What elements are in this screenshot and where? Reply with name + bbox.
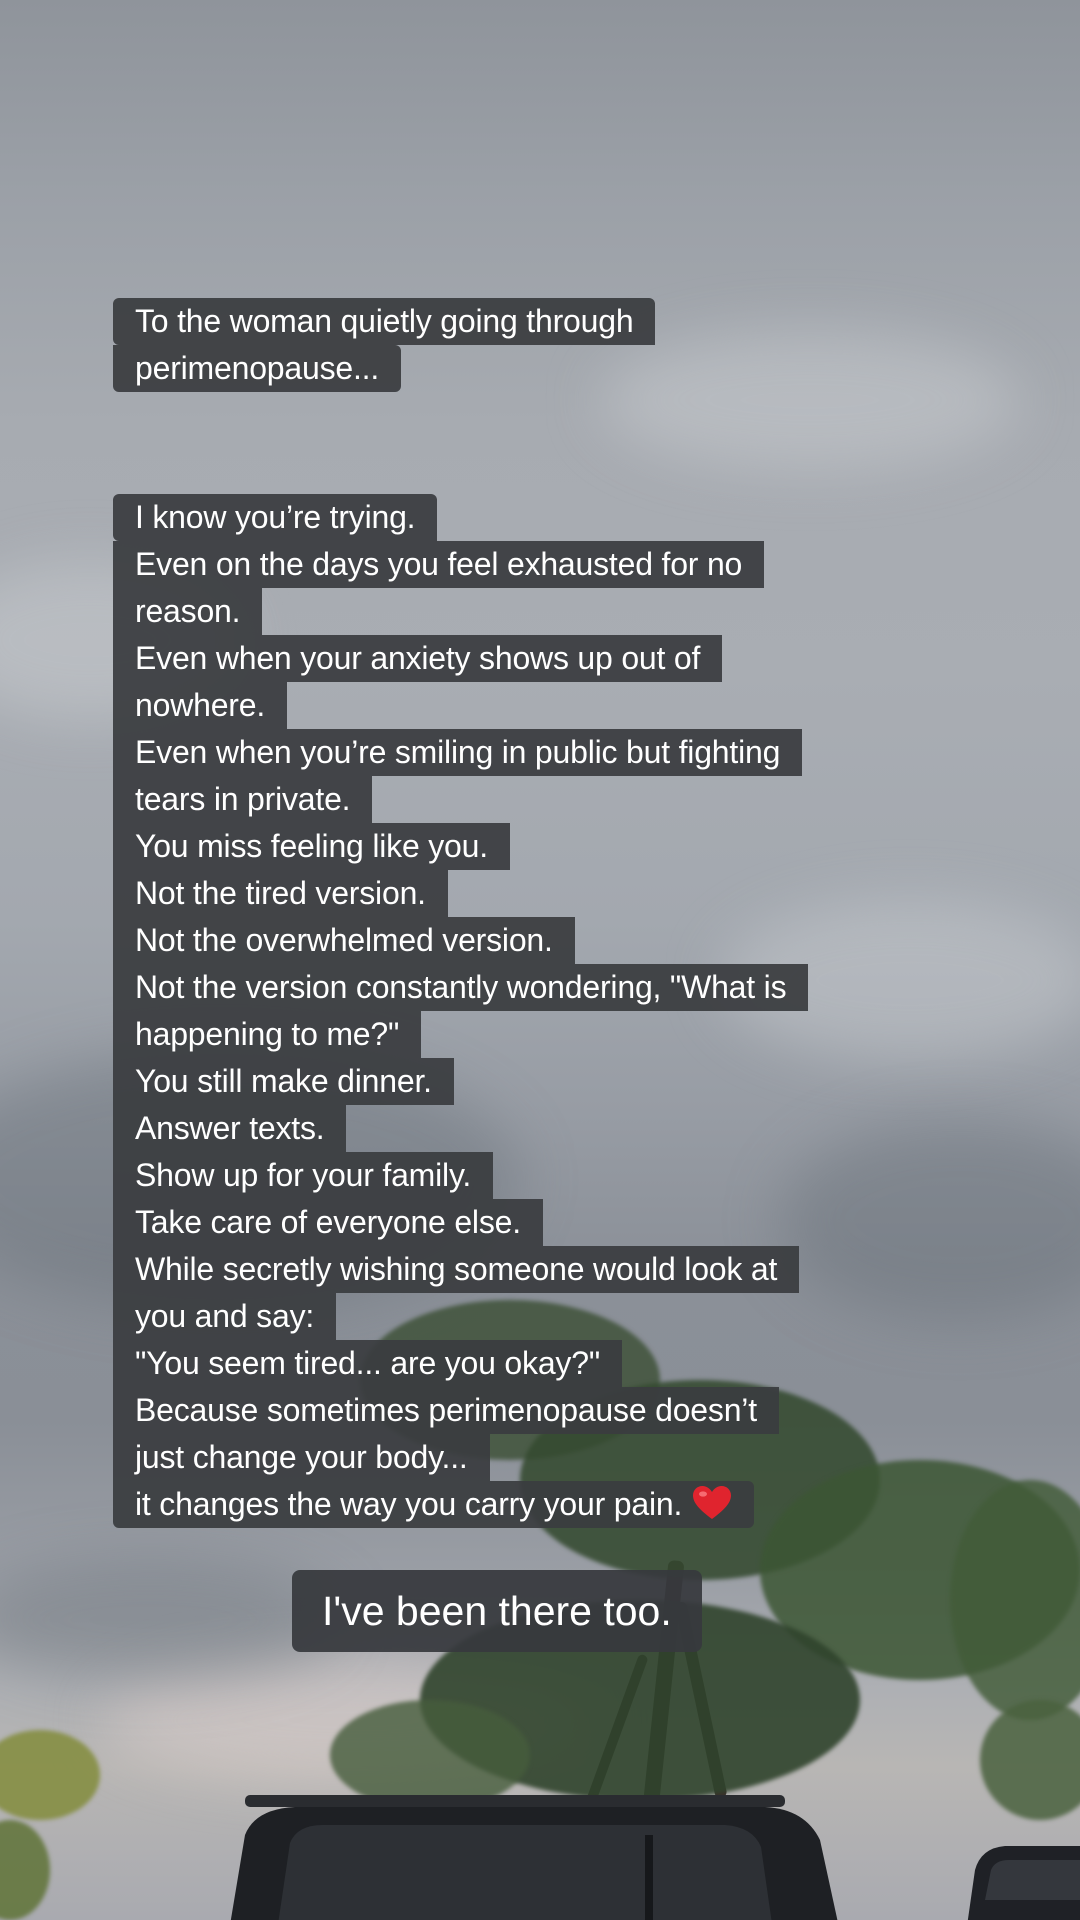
- caption-line: Even on the days you feel exhausted for …: [113, 541, 765, 588]
- caption-line: happening to me?": [113, 1011, 422, 1058]
- parked-car: [967, 1846, 1080, 1920]
- story-canvas: To the woman quietly going through perim…: [0, 0, 1080, 1920]
- caption-line: nowhere.: [113, 682, 288, 729]
- caption-line: tears in private.: [113, 776, 373, 823]
- red-heart-icon: [693, 1486, 732, 1519]
- caption-line: While secretly wishing someone would loo…: [113, 1246, 800, 1293]
- caption-intro-block: To the woman quietly going through perim…: [113, 298, 656, 392]
- caption-line: reason.: [113, 588, 263, 635]
- caption-line: Even when your anxiety shows up out of: [113, 635, 723, 682]
- caption-line: Take care of everyone else.: [113, 1199, 543, 1246]
- caption-line: Even when you’re smiling in public but f…: [113, 729, 803, 776]
- caption-line: you and say:: [113, 1293, 337, 1340]
- caption-line: You miss feeling like you.: [113, 823, 510, 870]
- caption-line: Because sometimes perimenopause doesn’t: [113, 1387, 779, 1434]
- caption-line-last: it changes the way you carry your pain.: [113, 1481, 755, 1528]
- caption-line: Answer texts.: [113, 1105, 347, 1152]
- tagline-caption: I've been there too.: [292, 1570, 702, 1652]
- caption-line: just change your body...: [113, 1434, 490, 1481]
- caption-line: Show up for your family.: [113, 1152, 494, 1199]
- caption-body-block: I know you’re trying. Even on the days y…: [113, 494, 809, 1528]
- caption-line: To the woman quietly going through: [113, 298, 656, 345]
- parked-suv: [230, 1795, 838, 1920]
- caption-line: "You seem tired... are you okay?": [113, 1340, 622, 1387]
- caption-line: Not the tired version.: [113, 870, 448, 917]
- caption-line: I know you’re trying.: [113, 494, 438, 541]
- caption-line: You still make dinner.: [113, 1058, 454, 1105]
- caption-line-text: it changes the way you carry your pain.: [135, 1486, 683, 1522]
- caption-line: perimenopause...: [113, 345, 402, 392]
- caption-line: Not the version constantly wondering, "W…: [113, 964, 809, 1011]
- caption-line: Not the overwhelmed version.: [113, 917, 575, 964]
